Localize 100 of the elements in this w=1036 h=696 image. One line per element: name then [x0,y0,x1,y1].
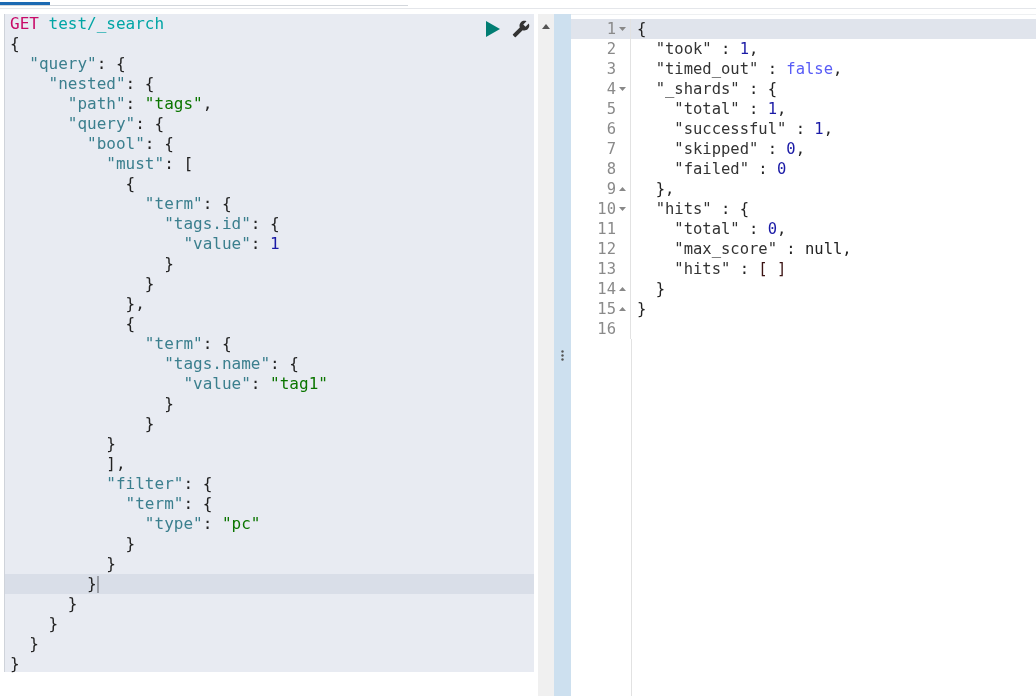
line-number: 14 [597,279,616,299]
code-token: "failed" [673,159,749,179]
code-token: } [637,299,647,319]
caret-up-icon[interactable] [618,307,626,311]
code-token: : { [135,114,165,134]
code-token: 1 [767,99,777,119]
code-token: : [766,139,778,159]
code-token: "term" [143,194,203,214]
run-button[interactable] [486,21,500,37]
caret-down-icon[interactable] [618,27,626,31]
code-token: } [47,614,59,634]
code-token: , [749,39,759,59]
code-token: "timed_out" [654,59,759,79]
line-number: 7 [606,139,616,159]
code-token: : { [202,194,232,214]
line-number: 1 [606,19,616,39]
code-token: "term" [124,494,184,514]
code-token: "hits" [654,199,712,219]
code-token: : [757,159,769,179]
code-token: : { [183,494,213,514]
code-token: ], [105,454,126,474]
code-token: "tag1" [270,374,328,394]
code-token: "value" [182,374,251,394]
line-number: 16 [597,319,616,339]
code-token: 0 [777,159,787,179]
line-number: 13 [597,259,616,279]
code-token: } [124,534,136,554]
code-token: false [786,59,833,79]
code-token: } [143,414,155,434]
line-number: 3 [606,59,616,79]
code-token: : { [202,334,232,354]
code-token: : [125,94,137,114]
text-cursor [96,575,99,593]
code-token: : [720,39,732,59]
tab-indicator [0,2,50,5]
line-number: 8 [606,159,616,179]
code-token: "tags.name" [163,354,271,374]
code-token: , [777,99,787,119]
code-token: : [766,59,778,79]
code-token: "nested" [47,74,126,94]
code-token: , [777,219,787,239]
code-token: 1 [814,119,824,139]
grip-icon [561,349,564,361]
code-token: : [794,119,806,139]
code-token: , [823,119,833,139]
code-token: : { [96,54,126,74]
caret-up-icon[interactable] [618,187,626,191]
code-token: "skipped" [673,139,759,159]
code-token: } [28,634,39,654]
line-number: 10 [597,199,616,219]
caret-down-icon[interactable] [618,207,626,211]
code-token: , [842,239,852,259]
code-token: { [124,174,136,194]
code-token: : [748,99,760,119]
code-token: "max_score" [673,239,777,259]
code-token: } [105,434,116,454]
code-token: 1 [270,234,280,254]
code-token: "bool" [86,134,145,154]
code-token: : { [720,199,749,219]
scroll-up-icon[interactable] [542,24,550,29]
code-token: , [795,139,805,159]
code-token: } [163,394,174,414]
code-token: "_shards" [654,79,740,99]
line-number: 5 [606,99,616,119]
line-number: 2 [606,39,616,59]
code-token: : [250,234,262,254]
code-token: } [66,594,78,614]
code-token: } [105,554,116,574]
code-token: : { [125,74,155,94]
caret-up-icon[interactable] [618,287,626,291]
code-token: "query" [66,114,136,134]
settings-button[interactable] [512,20,530,38]
code-token: : { [183,474,213,494]
line-number: 12 [597,239,616,259]
code-token: { [10,34,20,54]
code-token: "tags" [144,94,203,114]
code-token: : [785,239,797,259]
code-token: : [738,259,750,279]
code-token: : [ [164,154,194,174]
line-number: 11 [597,219,616,239]
scrollbar[interactable] [538,14,554,696]
code-token: { [124,314,136,334]
code-token: : { [144,134,174,154]
code-token: } [10,654,20,674]
code-token: }, [654,179,675,199]
code-token: }, [124,294,145,314]
code-token: "pc" [221,514,261,534]
code-token: { [637,19,647,39]
code-token: "value" [182,234,251,254]
code-token: : [748,219,760,239]
code-token: "took" [654,39,712,59]
caret-down-icon[interactable] [618,87,626,91]
code-token: : { [250,214,280,234]
code-token: "query" [28,54,97,74]
code-token: : { [270,354,299,374]
code-token: , [202,94,213,114]
code-token: } [163,254,174,274]
code-token: "type" [143,514,203,534]
line-number: 4 [606,79,616,99]
code-token: : [202,514,214,534]
